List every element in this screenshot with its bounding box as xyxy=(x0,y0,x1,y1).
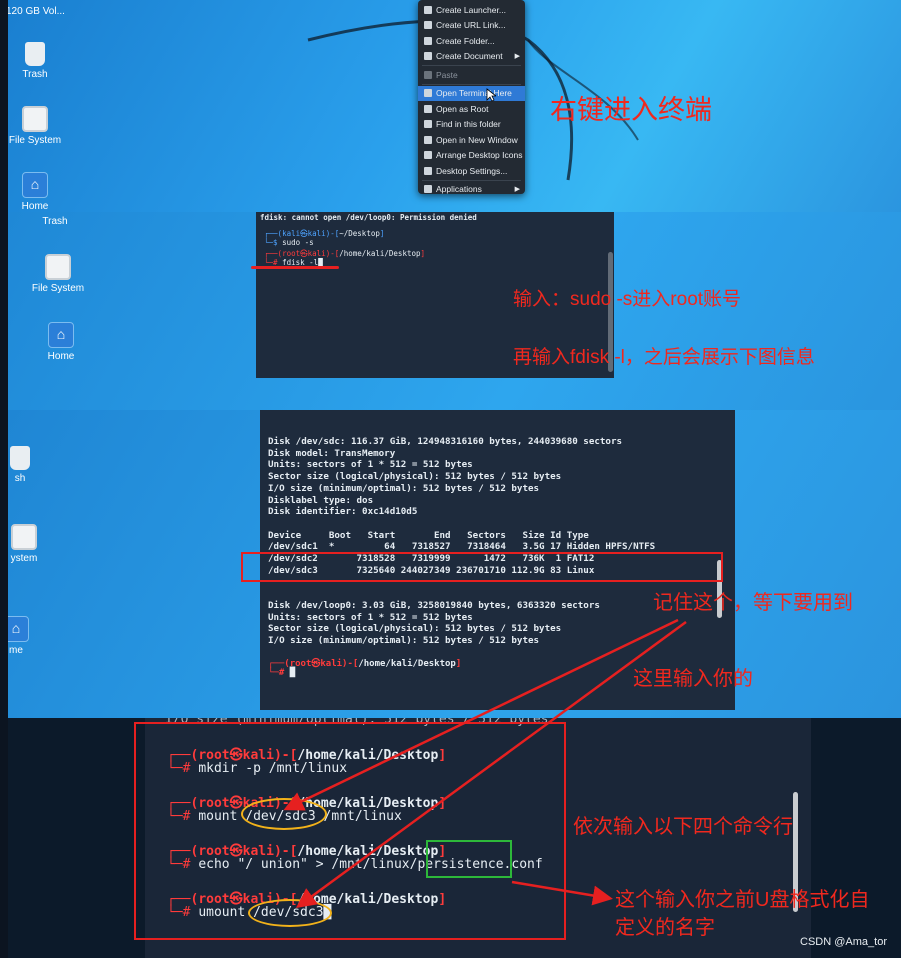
document-icon xyxy=(424,52,432,61)
submenu-arrow-icon: ▶ xyxy=(514,186,520,194)
annotation-right-click-terminal: 右键进入终端 xyxy=(550,95,712,125)
fdisk-output-line: /dev/sdc1 * 64 7318527 7318464 3.5G 17 H… xyxy=(268,541,656,553)
panel-fdisk-output: sh ystem me Disk /dev/sdc: 116.37 GiB, 1… xyxy=(8,410,901,718)
annotation-fdisk: 再输入fdisk -l，之后会展示下图信息 xyxy=(513,347,815,368)
desktop-icon-home[interactable]: Home xyxy=(31,322,91,362)
menu-item-create-launcher[interactable]: Create Launcher... xyxy=(418,2,525,18)
panel-desktop-context-menu: 120 GB Vol... Trash File System Home Cre… xyxy=(8,0,901,212)
desktop-icon-filesystem[interactable]: File System xyxy=(26,254,90,294)
menu-item-create-url-link[interactable]: Create URL Link... xyxy=(418,18,525,34)
menu-item-applications[interactable]: Applications ▶ xyxy=(418,182,525,198)
menu-separator xyxy=(422,65,521,66)
highlight-sdc-partitions xyxy=(241,552,723,582)
fdisk-output-line: Disk /dev/sdc: 116.37 GiB, 124948316160 … xyxy=(268,436,623,447)
fdisk-output-line: Disk identifier: 0xc14d10d5 xyxy=(268,506,418,518)
menu-item-arrange-icons[interactable]: Arrange Desktop Icons xyxy=(418,148,525,164)
terminal-cmd-sudo: └─$ sudo -s xyxy=(264,238,314,247)
filesystem-icon xyxy=(45,254,71,280)
home-label: me xyxy=(9,645,23,656)
desktop-icon-home[interactable]: me xyxy=(8,616,46,656)
desktop-icon-trash[interactable]: sh xyxy=(8,446,50,484)
terminal-icon xyxy=(424,89,432,98)
highlight-sdc3-mount xyxy=(241,798,327,830)
desktop-icon-filesystem[interactable]: ystem xyxy=(8,524,54,564)
fdisk-output-line: Units: sectors of 1 * 512 = 512 bytes xyxy=(268,459,473,471)
menu-item-open-as-root[interactable]: Open as Root xyxy=(418,101,525,117)
fdisk-output-line: Units: sectors of 1 * 512 = 512 bytes xyxy=(268,611,473,623)
menu-item-desktop-settings[interactable]: Desktop Settings... xyxy=(418,163,525,179)
desktop-icon-trash[interactable]: Trash xyxy=(25,216,85,227)
highlight-commands-box xyxy=(134,722,566,940)
annotation-four-commands: 依次输入以下四个命令行 xyxy=(573,816,793,838)
filesystem-label: File System xyxy=(31,283,85,294)
menu-item-paste[interactable]: Paste xyxy=(418,67,525,83)
submenu-arrow-icon: ▶ xyxy=(514,53,520,61)
fdisk-output-line: Device Boot Start End Sectors Size Id Ty… xyxy=(268,529,589,541)
csdn-watermark: CSDN @Ama_tor xyxy=(800,936,887,948)
highlight-sdc3-umount xyxy=(248,899,332,927)
arrange-icon xyxy=(424,151,432,160)
red-underline-mark xyxy=(251,266,339,269)
panel-mount-commands: I/O size (minimum/optimal): 512 bytes / … xyxy=(8,718,901,958)
trash-icon xyxy=(10,446,30,470)
paste-icon xyxy=(424,70,432,79)
terminal-error-line: fdisk: cannot open /dev/loop0: Permissio… xyxy=(260,213,477,222)
filesystem-label: ystem xyxy=(10,553,38,564)
home-folder-icon xyxy=(48,322,74,348)
fdisk-output-line: Disk /dev/loop0: 3.03 GiB, 3258019840 by… xyxy=(268,599,600,611)
folder-icon xyxy=(424,36,432,45)
fdisk-output-line: Disk model: TransMemory xyxy=(268,447,396,459)
menu-item-create-folder[interactable]: Create Folder... xyxy=(418,33,525,49)
desktop-context-menu: Create Launcher... Create URL Link... Cr… xyxy=(418,0,525,194)
home-label: Home xyxy=(47,351,75,362)
terminal-prompt-root: ┌──(root㉿kali)-[/home/kali/Desktop] xyxy=(268,659,462,669)
annotation-sudo: 输入：sudo -s进入root账号 xyxy=(513,289,742,310)
highlight-persistence-name xyxy=(426,840,512,878)
filesystem-icon xyxy=(11,524,37,550)
annotation-remember: 记住这个，等下要用到 xyxy=(653,592,853,614)
search-icon xyxy=(424,120,432,129)
panel-sudo-fdisk: Trash File System Home fdisk: cannot ope… xyxy=(8,212,901,410)
home-folder-icon xyxy=(8,616,29,642)
trash-label: Trash xyxy=(42,216,68,227)
menu-item-open-terminal-here[interactable]: Open Terminal Here xyxy=(418,85,525,101)
window-icon xyxy=(424,135,432,144)
trash-label: sh xyxy=(14,473,26,484)
menu-item-open-new-window[interactable]: Open in New Window xyxy=(418,132,525,148)
settings-icon xyxy=(424,166,432,175)
fdisk-output-line: I/O size (minimum/optimal): 512 bytes / … xyxy=(268,634,540,646)
menu-item-create-document[interactable]: Create Document ▶ xyxy=(418,49,525,65)
fdisk-output-line: Sector size (logical/physical): 512 byte… xyxy=(268,471,562,483)
menu-item-find-in-folder[interactable]: Find in this folder xyxy=(418,117,525,133)
mouse-cursor-icon xyxy=(486,88,496,102)
menu-separator xyxy=(422,179,521,181)
terminal-input-line[interactable]: └─# █ xyxy=(268,668,295,678)
fdisk-output-line: Disklabel type: dos xyxy=(268,494,374,506)
fdisk-output-line: I/O size (minimum/optimal): 512 bytes / … xyxy=(268,482,540,494)
fdisk-output-line: Sector size (logical/physical): 512 byte… xyxy=(268,623,562,635)
annotation-input-yours: 这里输入你的 xyxy=(633,668,753,690)
menu-separator xyxy=(422,83,521,85)
link-icon xyxy=(424,21,432,30)
annotation-usb-name: 这个输入你之前U盘格式化自定义的名字 xyxy=(615,889,870,939)
root-folder-icon xyxy=(424,104,432,113)
applications-icon xyxy=(424,185,432,194)
launcher-icon xyxy=(424,5,432,14)
